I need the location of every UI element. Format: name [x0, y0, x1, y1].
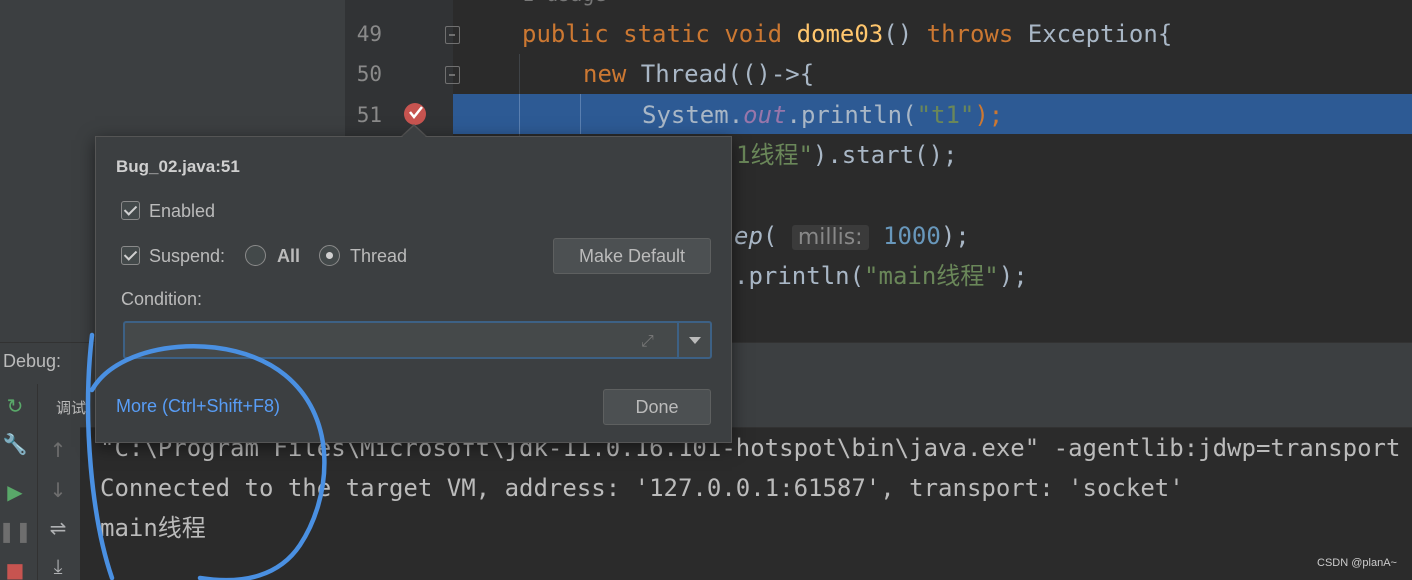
watermark: CSDN @planA~: [1317, 557, 1397, 569]
annotation-circle: [85, 332, 327, 580]
